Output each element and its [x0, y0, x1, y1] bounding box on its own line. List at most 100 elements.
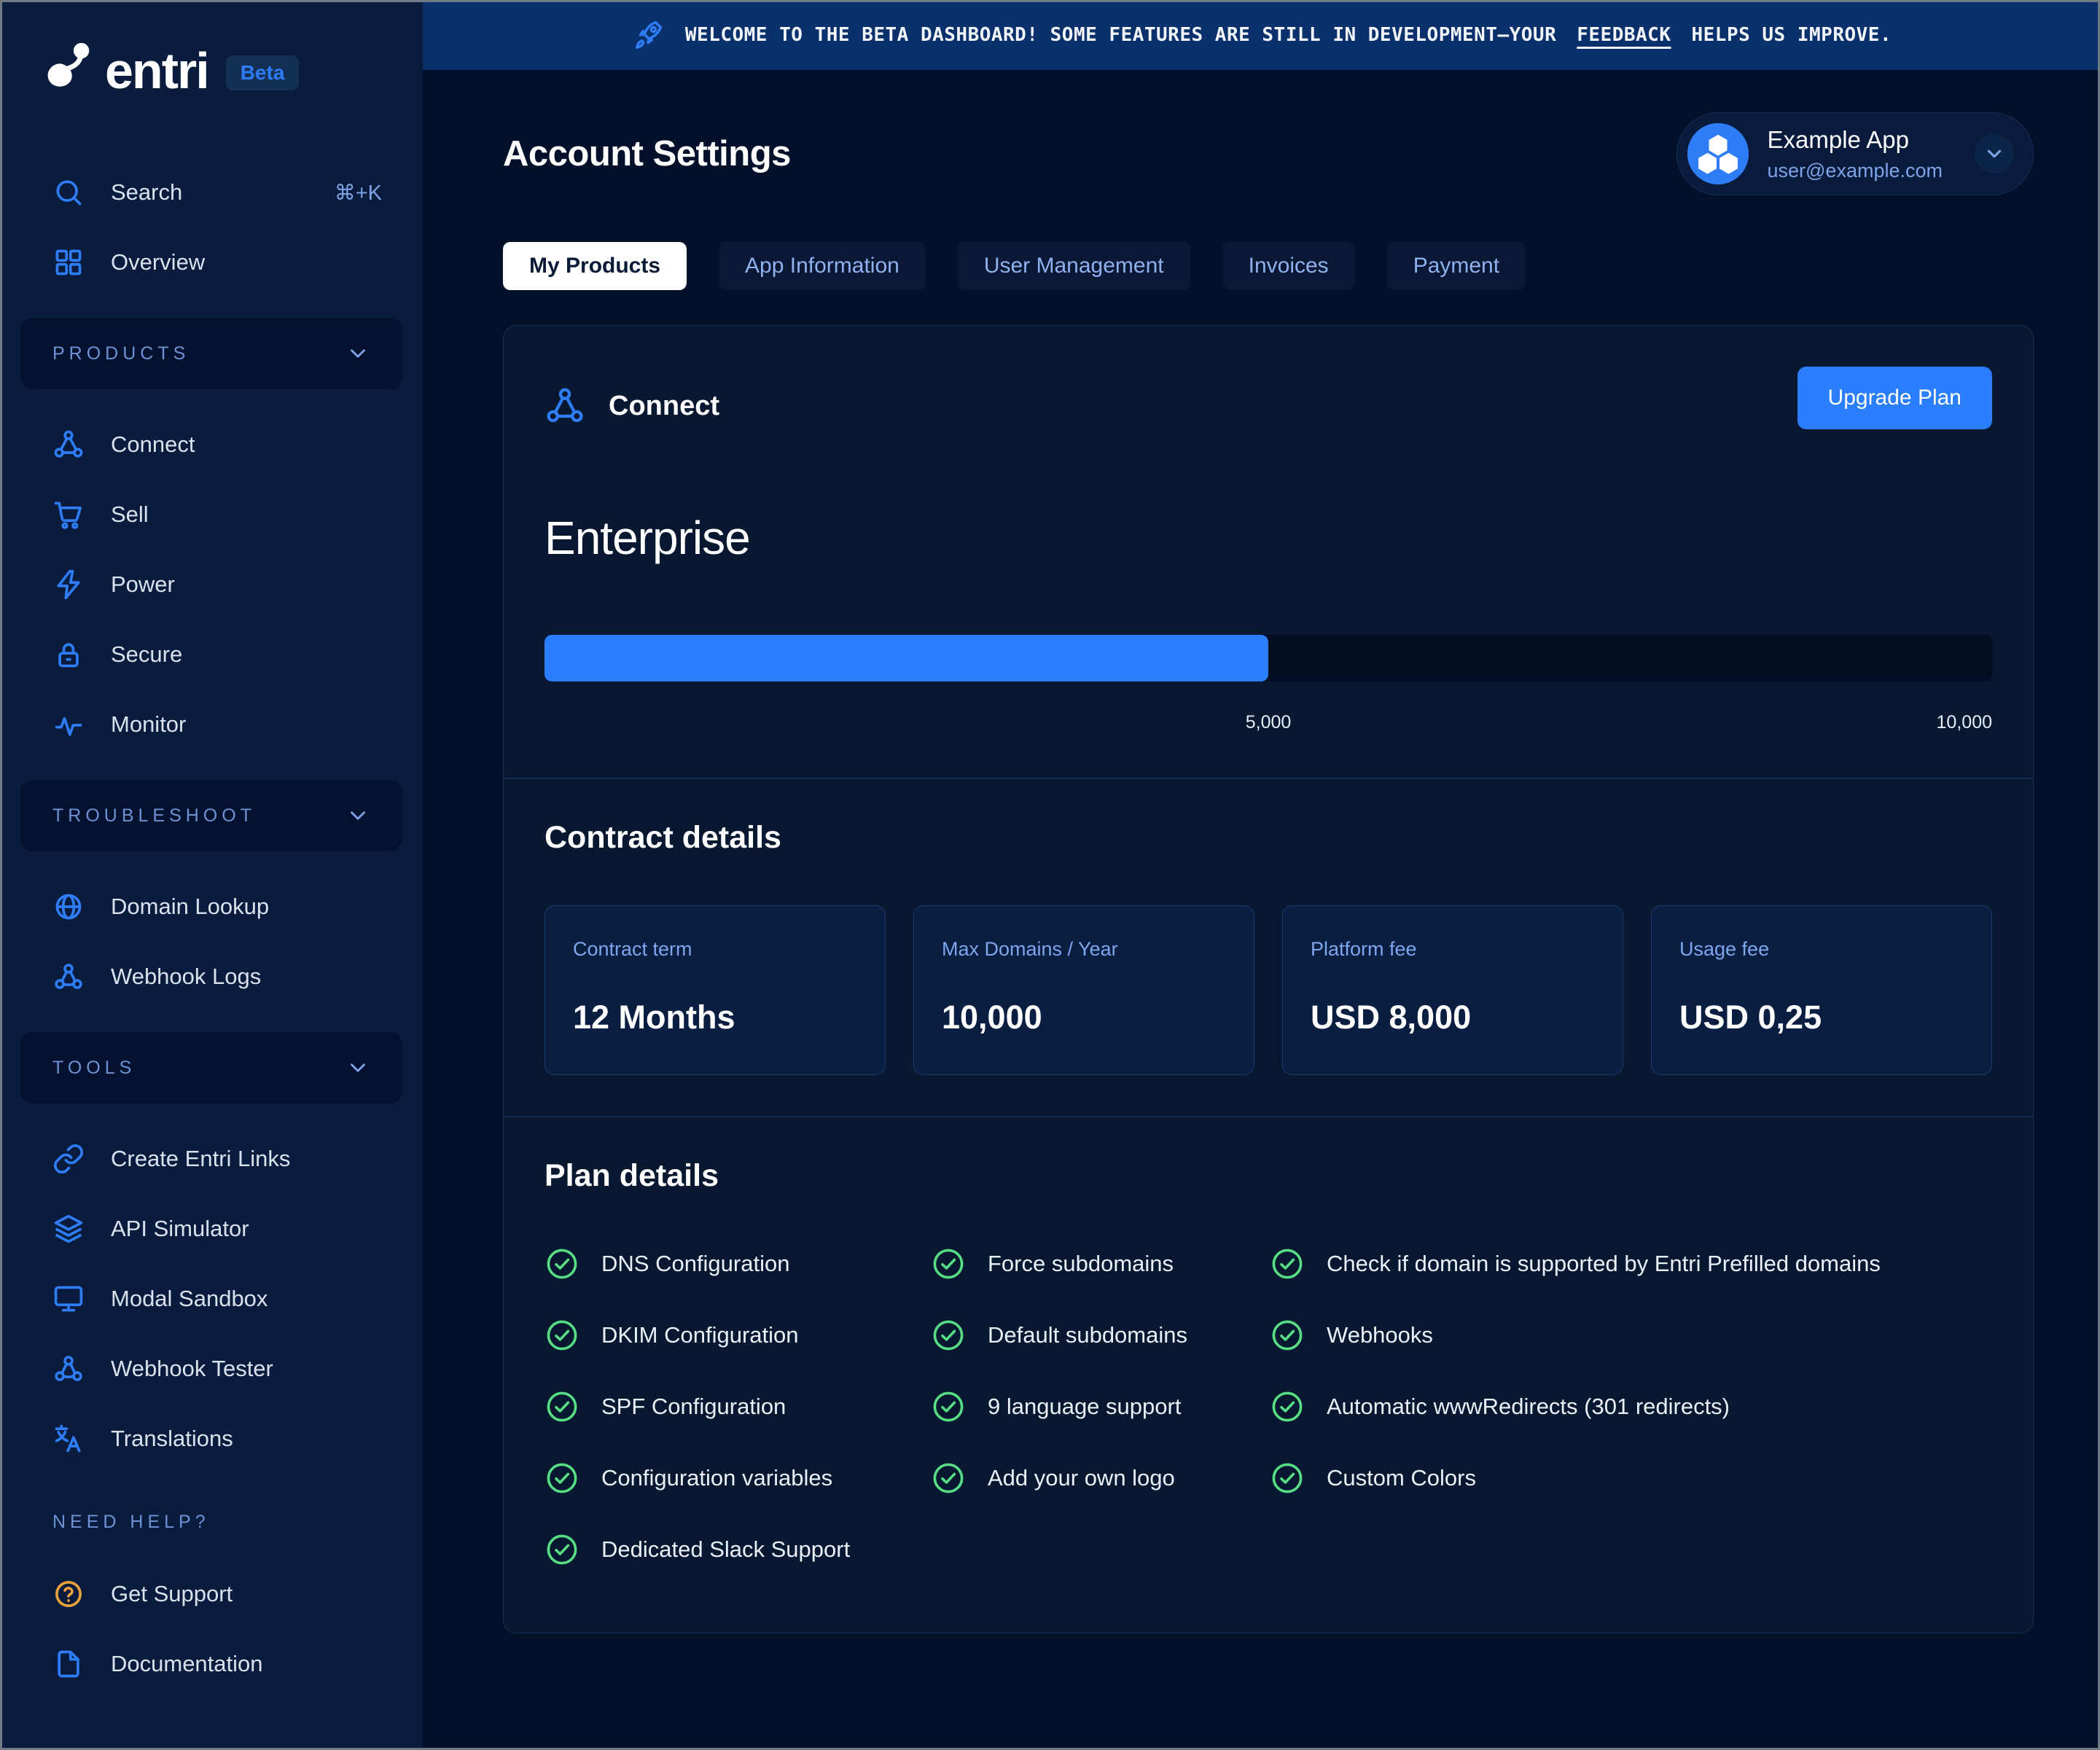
search-icon — [52, 176, 85, 208]
feature-label: Check if domain is supported by Entri Pr… — [1327, 1251, 1881, 1277]
stat-usage-fee: Usage fee USD 0,25 — [1651, 905, 1992, 1075]
feature-label: DKIM Configuration — [601, 1322, 799, 1348]
tab-app-information[interactable]: App Information — [719, 242, 926, 290]
tab-user-management[interactable]: User Management — [958, 242, 1190, 290]
lock-icon — [52, 638, 85, 671]
stat-label: Usage fee — [1679, 938, 1964, 961]
beta-badge: Beta — [226, 55, 300, 90]
sidebar-item-search[interactable]: Search ⌘+K — [0, 157, 423, 227]
sidebar-item-sell[interactable]: Sell — [0, 480, 423, 550]
products-header-label: PRODUCTS — [52, 343, 190, 364]
feature-label: Force subdomains — [988, 1251, 1174, 1277]
feature-item: Default subdomains — [931, 1318, 1270, 1353]
entri-logo-icon — [41, 38, 98, 95]
sidebar-item-label: Power — [111, 571, 175, 598]
feature-item: Force subdomains — [931, 1246, 1270, 1281]
stat-value: 10,000 — [942, 999, 1226, 1036]
logo-text: entri — [105, 47, 208, 95]
check-circle-icon — [544, 1389, 579, 1424]
sidebar-item-webhook-tester[interactable]: Webhook Tester — [0, 1334, 423, 1404]
sidebar-item-label: Secure — [111, 641, 182, 668]
document-icon — [52, 1648, 85, 1680]
check-circle-icon — [931, 1318, 966, 1353]
check-circle-icon — [544, 1246, 579, 1281]
sidebar-item-label: Get Support — [111, 1581, 233, 1607]
section-products[interactable]: PRODUCTS — [20, 318, 402, 389]
feature-item: Check if domain is supported by Entri Pr… — [1270, 1246, 1992, 1281]
hub-icon — [52, 429, 85, 461]
sidebar-item-overview[interactable]: Overview — [0, 227, 423, 297]
section-troubleshoot[interactable]: TROUBLESHOOT — [20, 780, 402, 851]
main-area: WELCOME TO THE BETA DASHBOARD! SOME FEAT… — [423, 0, 2100, 1750]
contract-details-heading: Contract details — [544, 820, 1992, 856]
sidebar-item-get-support[interactable]: Get Support — [0, 1559, 423, 1629]
grid-icon — [52, 246, 85, 278]
sidebar-item-label: Connect — [111, 431, 195, 458]
banner-text: WELCOME TO THE BETA DASHBOARD! SOME FEAT… — [685, 24, 1556, 46]
link-icon — [52, 1143, 85, 1175]
app-switcher-chip[interactable]: Example App user@example.com — [1677, 112, 2034, 195]
sidebar-item-domain-lookup[interactable]: Domain Lookup — [0, 872, 423, 942]
sidebar-item-translations[interactable]: Translations — [0, 1404, 423, 1474]
feature-label: Automatic wwwRedirects (301 redirects) — [1327, 1394, 1730, 1420]
feature-label: Dedicated Slack Support — [601, 1536, 850, 1563]
features-grid: DNS Configuration DKIM Configuration SPF… — [544, 1246, 1992, 1567]
stat-value: USD 0,25 — [1679, 999, 1964, 1036]
usage-progress-bar — [544, 635, 1992, 681]
avatar — [1687, 123, 1749, 184]
feature-label: Webhooks — [1327, 1322, 1433, 1348]
need-help-header: NEED HELP? — [0, 1512, 423, 1559]
sidebar-item-api-simulator[interactable]: API Simulator — [0, 1194, 423, 1264]
check-circle-icon — [931, 1389, 966, 1424]
check-circle-icon — [1270, 1461, 1305, 1496]
sidebar-item-label: Sell — [111, 501, 149, 528]
feature-item: Custom Colors — [1270, 1461, 1992, 1496]
upgrade-plan-button[interactable]: Upgrade Plan — [1798, 367, 1992, 429]
feature-item: SPF Configuration — [544, 1389, 931, 1424]
sidebar-item-secure[interactable]: Secure — [0, 620, 423, 690]
lightning-icon — [52, 569, 85, 601]
stat-label: Platform fee — [1311, 938, 1595, 961]
sidebar-item-label: Domain Lookup — [111, 894, 269, 920]
feature-item: Automatic wwwRedirects (301 redirects) — [1270, 1389, 1992, 1424]
stat-label: Max Domains / Year — [942, 938, 1226, 961]
features-column-3: Check if domain is supported by Entri Pr… — [1270, 1246, 1992, 1567]
feedback-link[interactable]: FEEDBACK — [1577, 24, 1671, 46]
sidebar-item-monitor[interactable]: Monitor — [0, 690, 423, 759]
globe-icon — [52, 891, 85, 923]
stat-value: USD 8,000 — [1311, 999, 1595, 1036]
features-column-1: DNS Configuration DKIM Configuration SPF… — [544, 1246, 931, 1567]
sidebar-item-create-entri-links[interactable]: Create Entri Links — [0, 1124, 423, 1194]
hub-icon — [544, 386, 585, 426]
tab-my-products[interactable]: My Products — [503, 242, 687, 290]
tab-invoices[interactable]: Invoices — [1222, 242, 1355, 290]
plan-card: Connect Upgrade Plan Enterprise 5,000 10… — [503, 325, 2034, 1633]
monitor-icon — [52, 1283, 85, 1315]
search-label: Search — [111, 179, 182, 206]
feature-label: DNS Configuration — [601, 1251, 789, 1277]
sidebar-item-power[interactable]: Power — [0, 550, 423, 620]
sidebar-item-label: Modal Sandbox — [111, 1286, 268, 1312]
check-circle-icon — [1270, 1246, 1305, 1281]
section-tools[interactable]: TOOLS — [20, 1032, 402, 1103]
sidebar-item-modal-sandbox[interactable]: Modal Sandbox — [0, 1264, 423, 1334]
page-title: Account Settings — [503, 133, 791, 174]
sidebar-item-webhook-logs[interactable]: Webhook Logs — [0, 942, 423, 1012]
features-column-2: Force subdomains Default subdomains 9 la… — [931, 1246, 1270, 1567]
feature-item: Dedicated Slack Support — [544, 1532, 931, 1567]
sidebar: entri Beta Search ⌘+K Overview PRODUCTS — [0, 0, 423, 1750]
plan-details-section: Plan details DNS Configuration DKIM Conf… — [504, 1117, 2033, 1633]
tab-payment[interactable]: Payment — [1387, 242, 1526, 290]
webhook-icon — [52, 961, 85, 993]
sidebar-item-documentation[interactable]: Documentation — [0, 1629, 423, 1699]
chip-caret-button[interactable] — [1975, 134, 2014, 173]
product-header: Connect — [544, 386, 719, 426]
feature-label: Add your own logo — [988, 1465, 1175, 1491]
stat-value: 12 Months — [573, 999, 857, 1036]
product-name: Connect — [609, 391, 719, 422]
sidebar-item-connect[interactable]: Connect — [0, 410, 423, 480]
feature-label: Configuration variables — [601, 1465, 832, 1491]
rocket-icon — [631, 18, 665, 52]
contract-stats: Contract term 12 Months Max Domains / Ye… — [544, 905, 1992, 1075]
feature-item: DKIM Configuration — [544, 1318, 931, 1353]
